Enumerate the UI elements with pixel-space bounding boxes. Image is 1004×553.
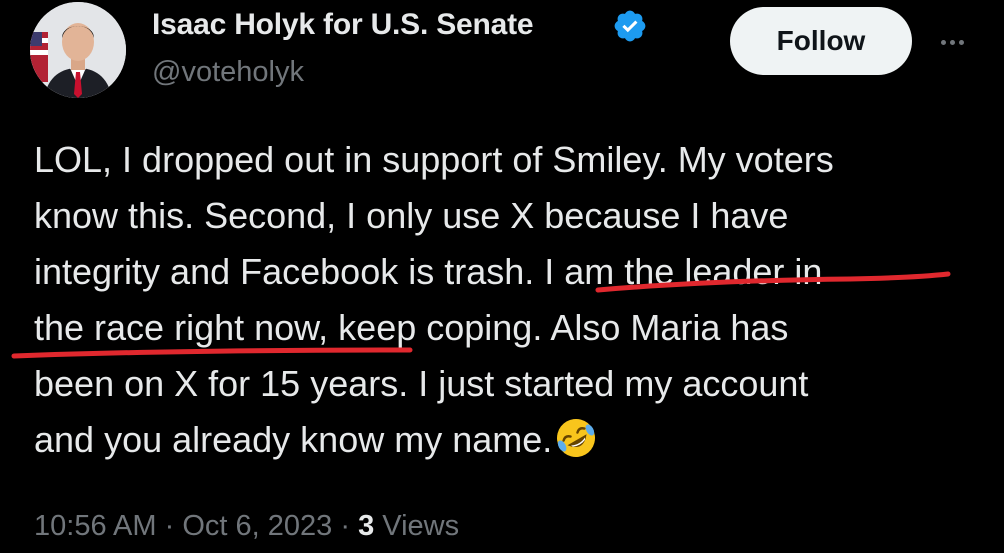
tweet-text: LOL, I dropped out in support of Smiley.…: [34, 132, 994, 468]
meta-separator: ·: [164, 510, 175, 542]
author-avatar[interactable]: [30, 2, 126, 98]
tweet-time[interactable]: 10:56 AM: [34, 510, 157, 542]
tweet-line-text: and you already know my name.: [34, 419, 553, 460]
tweet-card: Isaac Holyk for U.S. Senate @voteholyk F…: [0, 0, 1004, 553]
meta-separator: ·: [340, 510, 350, 542]
rolling-on-floor-laughing-emoji: [557, 419, 596, 457]
tweet-meta: 10:56 AM · Oct 6, 2023 · 3 Views: [34, 510, 459, 543]
more-dot: [940, 39, 946, 45]
tweet-line: know this. Second, I only use X because …: [34, 195, 789, 236]
more-dot: [958, 39, 964, 45]
views-label: Views: [382, 510, 460, 542]
tweet-line: been on X for 15 years. I just started m…: [34, 363, 809, 404]
tweet-line-last: and you already know my name.: [34, 412, 994, 468]
author-display-name[interactable]: Isaac Holyk for U.S. Senate: [152, 8, 534, 42]
follow-button[interactable]: Follow: [730, 7, 912, 75]
author-handle[interactable]: @voteholyk: [152, 56, 304, 89]
verified-badge-icon: [614, 10, 646, 42]
tweet-line: the race right now, keep coping. Also Ma…: [34, 307, 789, 348]
views-count: 3: [358, 510, 375, 542]
tweet-line: integrity and Facebook is trash. I am th…: [34, 251, 823, 292]
profile-photo: [30, 2, 126, 98]
tweet-line: LOL, I dropped out in support of Smiley.…: [34, 139, 834, 180]
tweet-date[interactable]: Oct 6, 2023: [182, 510, 332, 542]
more-options-icon[interactable]: [932, 22, 972, 62]
more-dot: [949, 39, 955, 45]
